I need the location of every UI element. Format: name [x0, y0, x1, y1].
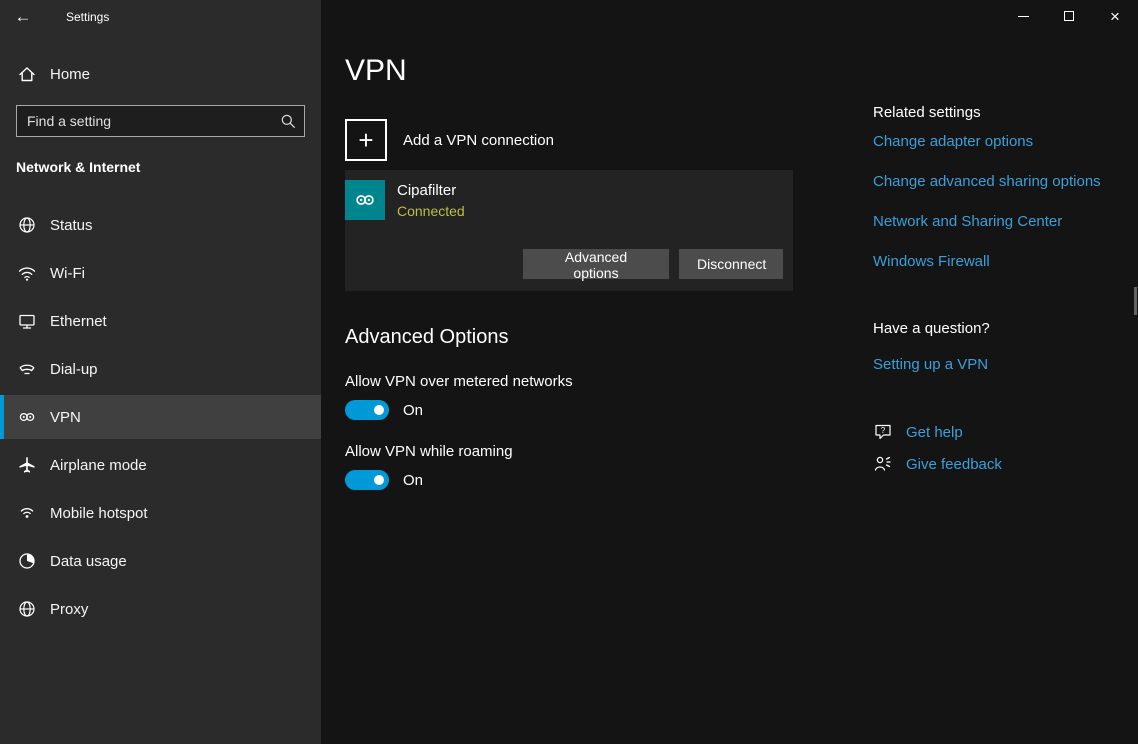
dialup-icon: [17, 359, 37, 379]
vpn-connection-icon: [345, 180, 385, 220]
airplane-icon: [17, 455, 37, 475]
back-icon: ←: [14, 7, 32, 26]
toggle-knob: [374, 475, 384, 485]
back-button[interactable]: ←: [0, 0, 46, 34]
toggle-state-label: On: [403, 401, 424, 419]
sidebar-item-wifi[interactable]: Wi-Fi: [0, 251, 321, 295]
sidebar-item-label: Status: [50, 216, 93, 234]
sidebar-item-label: Home: [50, 65, 91, 83]
sidebar-item-label: Data usage: [50, 552, 127, 570]
metered-networks-toggle-label: Allow VPN over metered networks: [345, 373, 573, 390]
sidebar-item-label: Wi-Fi: [50, 264, 85, 282]
sidebar-item-status[interactable]: Status: [0, 203, 321, 247]
scrollbar-thumb[interactable]: [1134, 287, 1137, 315]
metered-networks-toggle[interactable]: [345, 400, 389, 420]
get-help-link[interactable]: Get help: [906, 424, 963, 441]
disconnect-button[interactable]: Disconnect: [679, 249, 783, 279]
sidebar-item-vpn[interactable]: VPN: [0, 395, 321, 439]
minimize-icon: [1017, 15, 1029, 17]
window-title: Settings: [66, 10, 110, 24]
metered-networks-toggle-row: On: [345, 400, 423, 420]
page-title: VPN: [345, 54, 407, 87]
add-vpn-label: Add a VPN connection: [403, 131, 554, 149]
sidebar-item-airplane-mode[interactable]: Airplane mode: [0, 443, 321, 487]
toggle-state-label: On: [403, 471, 424, 489]
link-setting-up-a-vpn[interactable]: Setting up a VPN: [873, 356, 988, 373]
search-icon[interactable]: [279, 112, 297, 130]
sidebar-item-label: Airplane mode: [50, 456, 147, 474]
sidebar-item-label: Proxy: [50, 600, 89, 618]
add-vpn-connection-button[interactable]: + Add a VPN connection: [345, 118, 554, 162]
vpn-connection-card[interactable]: Cipafilter Connected Advanced options Di…: [345, 170, 793, 291]
close-icon: ×: [1110, 6, 1120, 26]
selected-accent-bar: [0, 395, 4, 439]
advanced-options-heading: Advanced Options: [345, 326, 509, 348]
hotspot-icon: [17, 503, 37, 523]
data-usage-icon: [17, 551, 37, 571]
roaming-toggle-label: Allow VPN while roaming: [345, 443, 513, 460]
vpn-connection-status: Connected: [397, 203, 465, 219]
close-button[interactable]: ×: [1092, 0, 1138, 32]
minimize-button[interactable]: [1000, 0, 1046, 32]
advanced-options-button[interactable]: Advanced options: [523, 249, 669, 281]
give-feedback-row[interactable]: Give feedback: [873, 454, 1002, 474]
search-input[interactable]: [16, 105, 305, 137]
plus-icon: +: [345, 119, 387, 161]
proxy-icon: [17, 599, 37, 619]
maximize-icon: [1064, 11, 1074, 21]
sidebar-item-dialup[interactable]: Dial-up: [0, 347, 321, 391]
related-settings-heading: Related settings: [873, 104, 981, 121]
sidebar-item-data-usage[interactable]: Data usage: [0, 539, 321, 583]
settings-window: ← Settings Home Network & Internet: [0, 0, 1138, 744]
get-help-icon: ?: [873, 422, 893, 442]
roaming-toggle-row: On: [345, 470, 423, 490]
vpn-icon: [17, 407, 37, 427]
maximize-button[interactable]: [1046, 0, 1092, 32]
give-feedback-link[interactable]: Give feedback: [906, 456, 1002, 473]
link-change-adapter-options[interactable]: Change adapter options: [873, 133, 1033, 150]
have-a-question-heading: Have a question?: [873, 320, 990, 337]
search-box: [16, 105, 305, 137]
wifi-icon: [17, 263, 37, 283]
sidebar-item-label: Mobile hotspot: [50, 504, 148, 522]
link-network-and-sharing-center[interactable]: Network and Sharing Center: [873, 213, 1062, 230]
sidebar-item-ethernet[interactable]: Ethernet: [0, 299, 321, 343]
sidebar-section-title: Network & Internet: [16, 159, 141, 175]
vpn-connection-name: Cipafilter: [397, 182, 457, 199]
sidebar-item-label: Dial-up: [50, 360, 98, 378]
link-windows-firewall[interactable]: Windows Firewall: [873, 253, 990, 270]
sidebar-item-label: Ethernet: [50, 312, 107, 330]
home-icon: [17, 64, 37, 84]
svg-text:?: ?: [881, 426, 886, 435]
ethernet-icon: [17, 311, 37, 331]
sidebar-item-mobile-hotspot[interactable]: Mobile hotspot: [0, 491, 321, 535]
sidebar-item-label: VPN: [50, 408, 81, 426]
link-change-advanced-sharing-options[interactable]: Change advanced sharing options: [873, 173, 1101, 190]
roaming-toggle[interactable]: [345, 470, 389, 490]
sidebar-item-proxy[interactable]: Proxy: [0, 587, 321, 631]
status-icon: [17, 215, 37, 235]
window-controls: ×: [1000, 0, 1138, 32]
give-feedback-icon: [873, 454, 893, 474]
sidebar-item-home[interactable]: Home: [0, 52, 321, 96]
get-help-row[interactable]: ? Get help: [873, 422, 963, 442]
sidebar: ← Settings Home Network & Internet: [0, 0, 321, 744]
toggle-knob: [374, 405, 384, 415]
